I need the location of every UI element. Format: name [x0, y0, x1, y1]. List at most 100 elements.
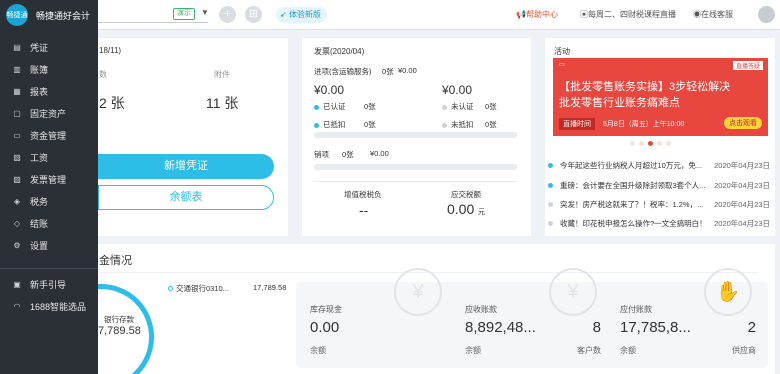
- cash-label: 库存现金: [310, 305, 342, 314]
- bank-amount: 17,789.58: [253, 283, 287, 292]
- sidebar-item-label: 新手引导: [30, 279, 67, 290]
- deducted-label: 已抵扣: [323, 120, 346, 129]
- deducted-row: 已抵扣: [314, 119, 346, 130]
- supplier-count: 2: [747, 319, 756, 336]
- invoice-card-title: 发票(2020/04): [314, 47, 365, 56]
- tax-due-value: 0.00: [447, 201, 475, 217]
- fund-icon: ▭: [13, 130, 21, 140]
- watch-live-button[interactable]: 点击观看: [724, 117, 762, 129]
- sidebar-item-label: 1688智能选品: [30, 301, 87, 312]
- undeducted-label: 未抵扣: [451, 120, 474, 129]
- certified-count: 0张: [364, 102, 376, 111]
- sidebar-item-1688[interactable]: ◠ 1688智能选品: [0, 295, 98, 317]
- help-center-link[interactable]: 📢帮助中心: [516, 9, 558, 20]
- vat-burden-value: --: [359, 202, 369, 218]
- chevron-down-icon[interactable]: ▼: [201, 8, 209, 17]
- cash-sub: 余额: [310, 346, 326, 355]
- payable-value: 17,785,8...: [620, 319, 691, 336]
- asset-icon: ▢: [13, 108, 21, 118]
- voucher-icon: ▤: [13, 42, 21, 52]
- uncertified-total: ¥0.00: [442, 83, 473, 97]
- sidebar-item-fund[interactable]: ▭ 资金管理: [0, 124, 98, 146]
- output-progress-bar: [314, 164, 517, 170]
- help-label: 帮助中心: [525, 10, 558, 19]
- invoice-icon: ▨: [13, 174, 21, 184]
- service-label: 在线客服: [701, 10, 733, 19]
- sidebar-item-close[interactable]: ◇ 结账: [0, 212, 98, 234]
- sidebar-item-settings[interactable]: ⚙ 设置: [0, 234, 98, 256]
- uncertified-label: 未认证: [451, 102, 474, 111]
- banner-headline-1: 【批发零售账务实操】3步轻松解决: [559, 81, 731, 93]
- new-voucher-button[interactable]: 新增凭证: [98, 154, 274, 179]
- status-dot: [314, 122, 319, 128]
- certified-total: ¥0.00: [314, 83, 345, 97]
- sidebar-item-label: 固定资产: [30, 108, 67, 119]
- close-icon: ◇: [13, 218, 21, 228]
- attachment-label: 附件: [214, 70, 230, 79]
- balance-sheet-button[interactable]: 余额表: [98, 185, 274, 210]
- sidebar-item-label: 账簿: [30, 64, 49, 75]
- supplier-count-label: 供应商: [732, 346, 756, 355]
- sidebar-item-ledger[interactable]: ▥ 账簿: [0, 58, 98, 80]
- avatar[interactable]: [758, 6, 775, 23]
- demo-badge: 演示: [173, 8, 195, 20]
- receivable-card[interactable]: ¥ 应收账款 8,892,48... 余额 8 客户数: [451, 268, 613, 368]
- news-item[interactable]: 重磅：会计要在全国升级除封领取3套个人... 2020年04月23日: [548, 180, 772, 192]
- receivable-label: 应收账款: [465, 305, 497, 314]
- undeducted-row: 未抵扣: [442, 119, 474, 130]
- news-title: 突发！房产税这就来了？！税率：1.2%，...: [560, 200, 704, 209]
- yuan-watermark-icon: ¥: [394, 268, 442, 316]
- output-invoice-count: 0张: [342, 150, 354, 159]
- sidebar-item-guide[interactable]: ▣ 新手引导: [0, 273, 98, 295]
- payable-card[interactable]: ✋ 应付账款 17,785,8... 余额 2 供应商: [606, 268, 768, 368]
- live-course-link[interactable]: ▣每周二、四财税课程直播: [580, 9, 676, 20]
- banner-headline-2: 批发零售行业账务痛难点: [559, 97, 680, 109]
- sidebar-item-label: 结账: [30, 218, 49, 229]
- divider: [0, 268, 98, 269]
- news-item[interactable]: 今年起这些行业纳税人月超过10万元，免... 2020年04月23日: [548, 160, 772, 172]
- status-dot: [314, 104, 319, 110]
- news-date: 2020年04月23日: [714, 200, 770, 209]
- apps-icon[interactable]: ⊞: [245, 6, 262, 23]
- add-icon[interactable]: +: [219, 6, 236, 23]
- shop-icon: ◠: [13, 301, 21, 311]
- gear-icon: ⚙: [13, 240, 21, 250]
- news-item[interactable]: 突发！房产税这就来了？！税率：1.2%，... 2020年04月23日: [548, 199, 772, 211]
- output-invoice-label: 销项: [314, 150, 329, 159]
- certified-label: 已认证: [323, 102, 346, 111]
- salary-icon: ▧: [13, 152, 21, 162]
- sidebar: 畅捷通 畅捷通好会计 ▤ 凭证 ▥ 账簿 ▦ 报表 ▢ 固定资产 ▭ 资金管理 ▧ 工资 ▨…: [0, 0, 98, 374]
- funds-title: 金情况: [99, 255, 132, 267]
- trial-new-version-button[interactable]: ➹ 体验新版: [276, 7, 327, 23]
- status-dot: [442, 122, 447, 128]
- sidebar-item-invoice[interactable]: ▨ 发票管理: [0, 168, 98, 190]
- news-item[interactable]: 收藏！印花税申报怎么操作?一文全搞明白！ 2020年04月23日: [548, 218, 772, 230]
- logo-icon: 畅捷通: [6, 4, 28, 26]
- sidebar-item-voucher[interactable]: ▤ 凭证: [0, 36, 98, 58]
- rocket-icon: ➹: [280, 10, 287, 19]
- certified-row: 已认证: [314, 101, 346, 112]
- live-label: 每周二、四财税课程直播: [588, 10, 676, 19]
- bank-account-row[interactable]: 交通银行0310...: [168, 283, 229, 294]
- receivable-sub: 余额: [465, 346, 481, 355]
- brand[interactable]: 畅捷通 畅捷通好会计: [0, 0, 98, 30]
- uncertified-row: 未认证: [442, 101, 474, 112]
- sidebar-item-tax[interactable]: ◈ 税务: [0, 190, 98, 212]
- sidebar-item-label: 发票管理: [30, 174, 67, 185]
- tax-icon: ◈: [13, 196, 21, 206]
- sidebar-item-report[interactable]: ▦ 报表: [0, 80, 98, 102]
- sidebar-item-salary[interactable]: ▧ 工资: [0, 146, 98, 168]
- attachment-value: 11 张: [206, 95, 239, 111]
- online-service-link[interactable]: ◉在线客服: [693, 9, 733, 20]
- headset-icon: ◉: [693, 10, 701, 19]
- activity-banner[interactable]: ▭ 直播答疑 【批发零售账务实操】3步轻松解决 批发零售行业账务痛难点 直播时间…: [553, 58, 768, 136]
- cash-card[interactable]: ¥ 库存现金 0.00 余额: [296, 268, 458, 368]
- sidebar-item-asset[interactable]: ▢ 固定资产: [0, 102, 98, 124]
- brand-tag: ▭: [559, 62, 565, 68]
- news-bullet: [548, 202, 553, 207]
- news-bullet: [548, 183, 553, 188]
- payable-label: 应付账款: [620, 305, 652, 314]
- bank-name: 交通银行0310...: [176, 284, 229, 293]
- brand-name: 畅捷通好会计: [36, 10, 91, 21]
- voucher-count-value: 2 张: [99, 95, 125, 111]
